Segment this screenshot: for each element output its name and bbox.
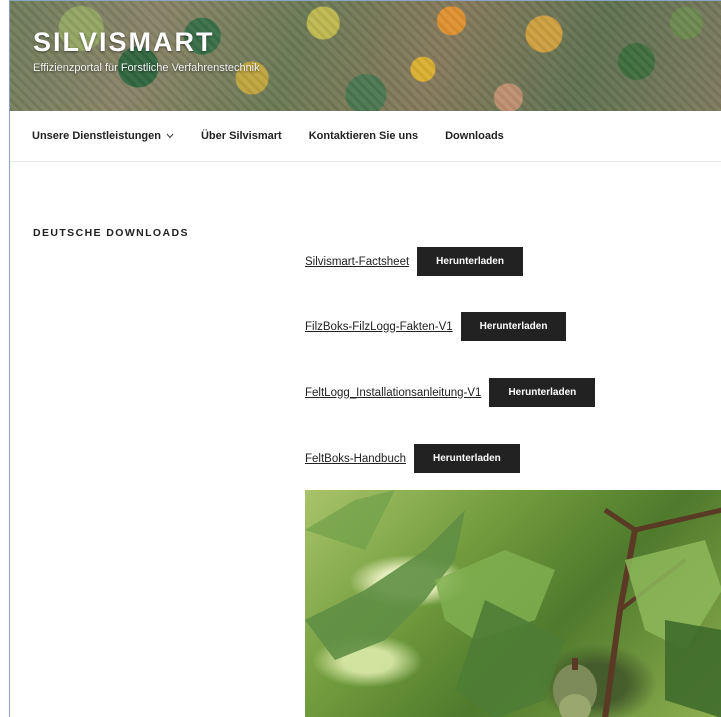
chevron-down-icon (166, 131, 174, 141)
oak-leaves-photo (305, 490, 721, 717)
page-frame: SILVISMART Effizienzportal für Forstlich… (9, 0, 721, 717)
download-button[interactable]: Herunterladen (460, 312, 567, 341)
site-title[interactable]: SILVISMART (33, 27, 215, 58)
nav-item-label: Über Silvismart (200, 130, 282, 142)
download-row: FilzBoks-FilzLogg-Fakten-V1 Herunterlade… (305, 312, 567, 341)
download-link-feltlogg[interactable]: FeltLogg_Installationsanleitung-V1 (305, 387, 481, 399)
section-title: DEUTSCHE DOWNLOADS (33, 227, 189, 239)
download-button[interactable]: Herunterladen (489, 378, 596, 407)
nav-item-downloads[interactable]: Downloads (445, 130, 504, 142)
download-link-feltboks[interactable]: FeltBoks-Handbuch (305, 453, 406, 465)
download-row: FeltLogg_Installationsanleitung-V1 Herun… (305, 378, 596, 407)
download-row: Silvismart-Factsheet Herunterladen (305, 247, 523, 276)
nav-item-label: Kontaktieren Sie uns (308, 130, 419, 142)
download-button[interactable]: Herunterladen (417, 247, 523, 276)
download-button[interactable]: Herunterladen (414, 444, 520, 473)
download-link-filzboks[interactable]: FilzBoks-FilzLogg-Fakten-V1 (305, 321, 453, 333)
download-row: FeltBoks-Handbuch Herunterladen (305, 444, 520, 473)
photo-illustration (305, 490, 721, 717)
header-banner: SILVISMART Effizienzportal für Forstlich… (10, 1, 721, 111)
nav-item-label: Unsere Dienstleistungen (32, 130, 161, 142)
site-tagline: Effizienzportal für Forstliche Verfahren… (33, 62, 260, 74)
nav-item-contact[interactable]: Kontaktieren Sie uns (309, 130, 418, 142)
nav-item-services[interactable]: Unsere Dienstleistungen (32, 130, 174, 142)
download-link-factsheet[interactable]: Silvismart-Factsheet (305, 256, 409, 268)
nav-item-label: Downloads (445, 130, 504, 142)
nav-item-about[interactable]: Über Silvismart (201, 130, 282, 142)
main-nav: Unsere Dienstleistungen Über Silvismart … (10, 111, 721, 162)
